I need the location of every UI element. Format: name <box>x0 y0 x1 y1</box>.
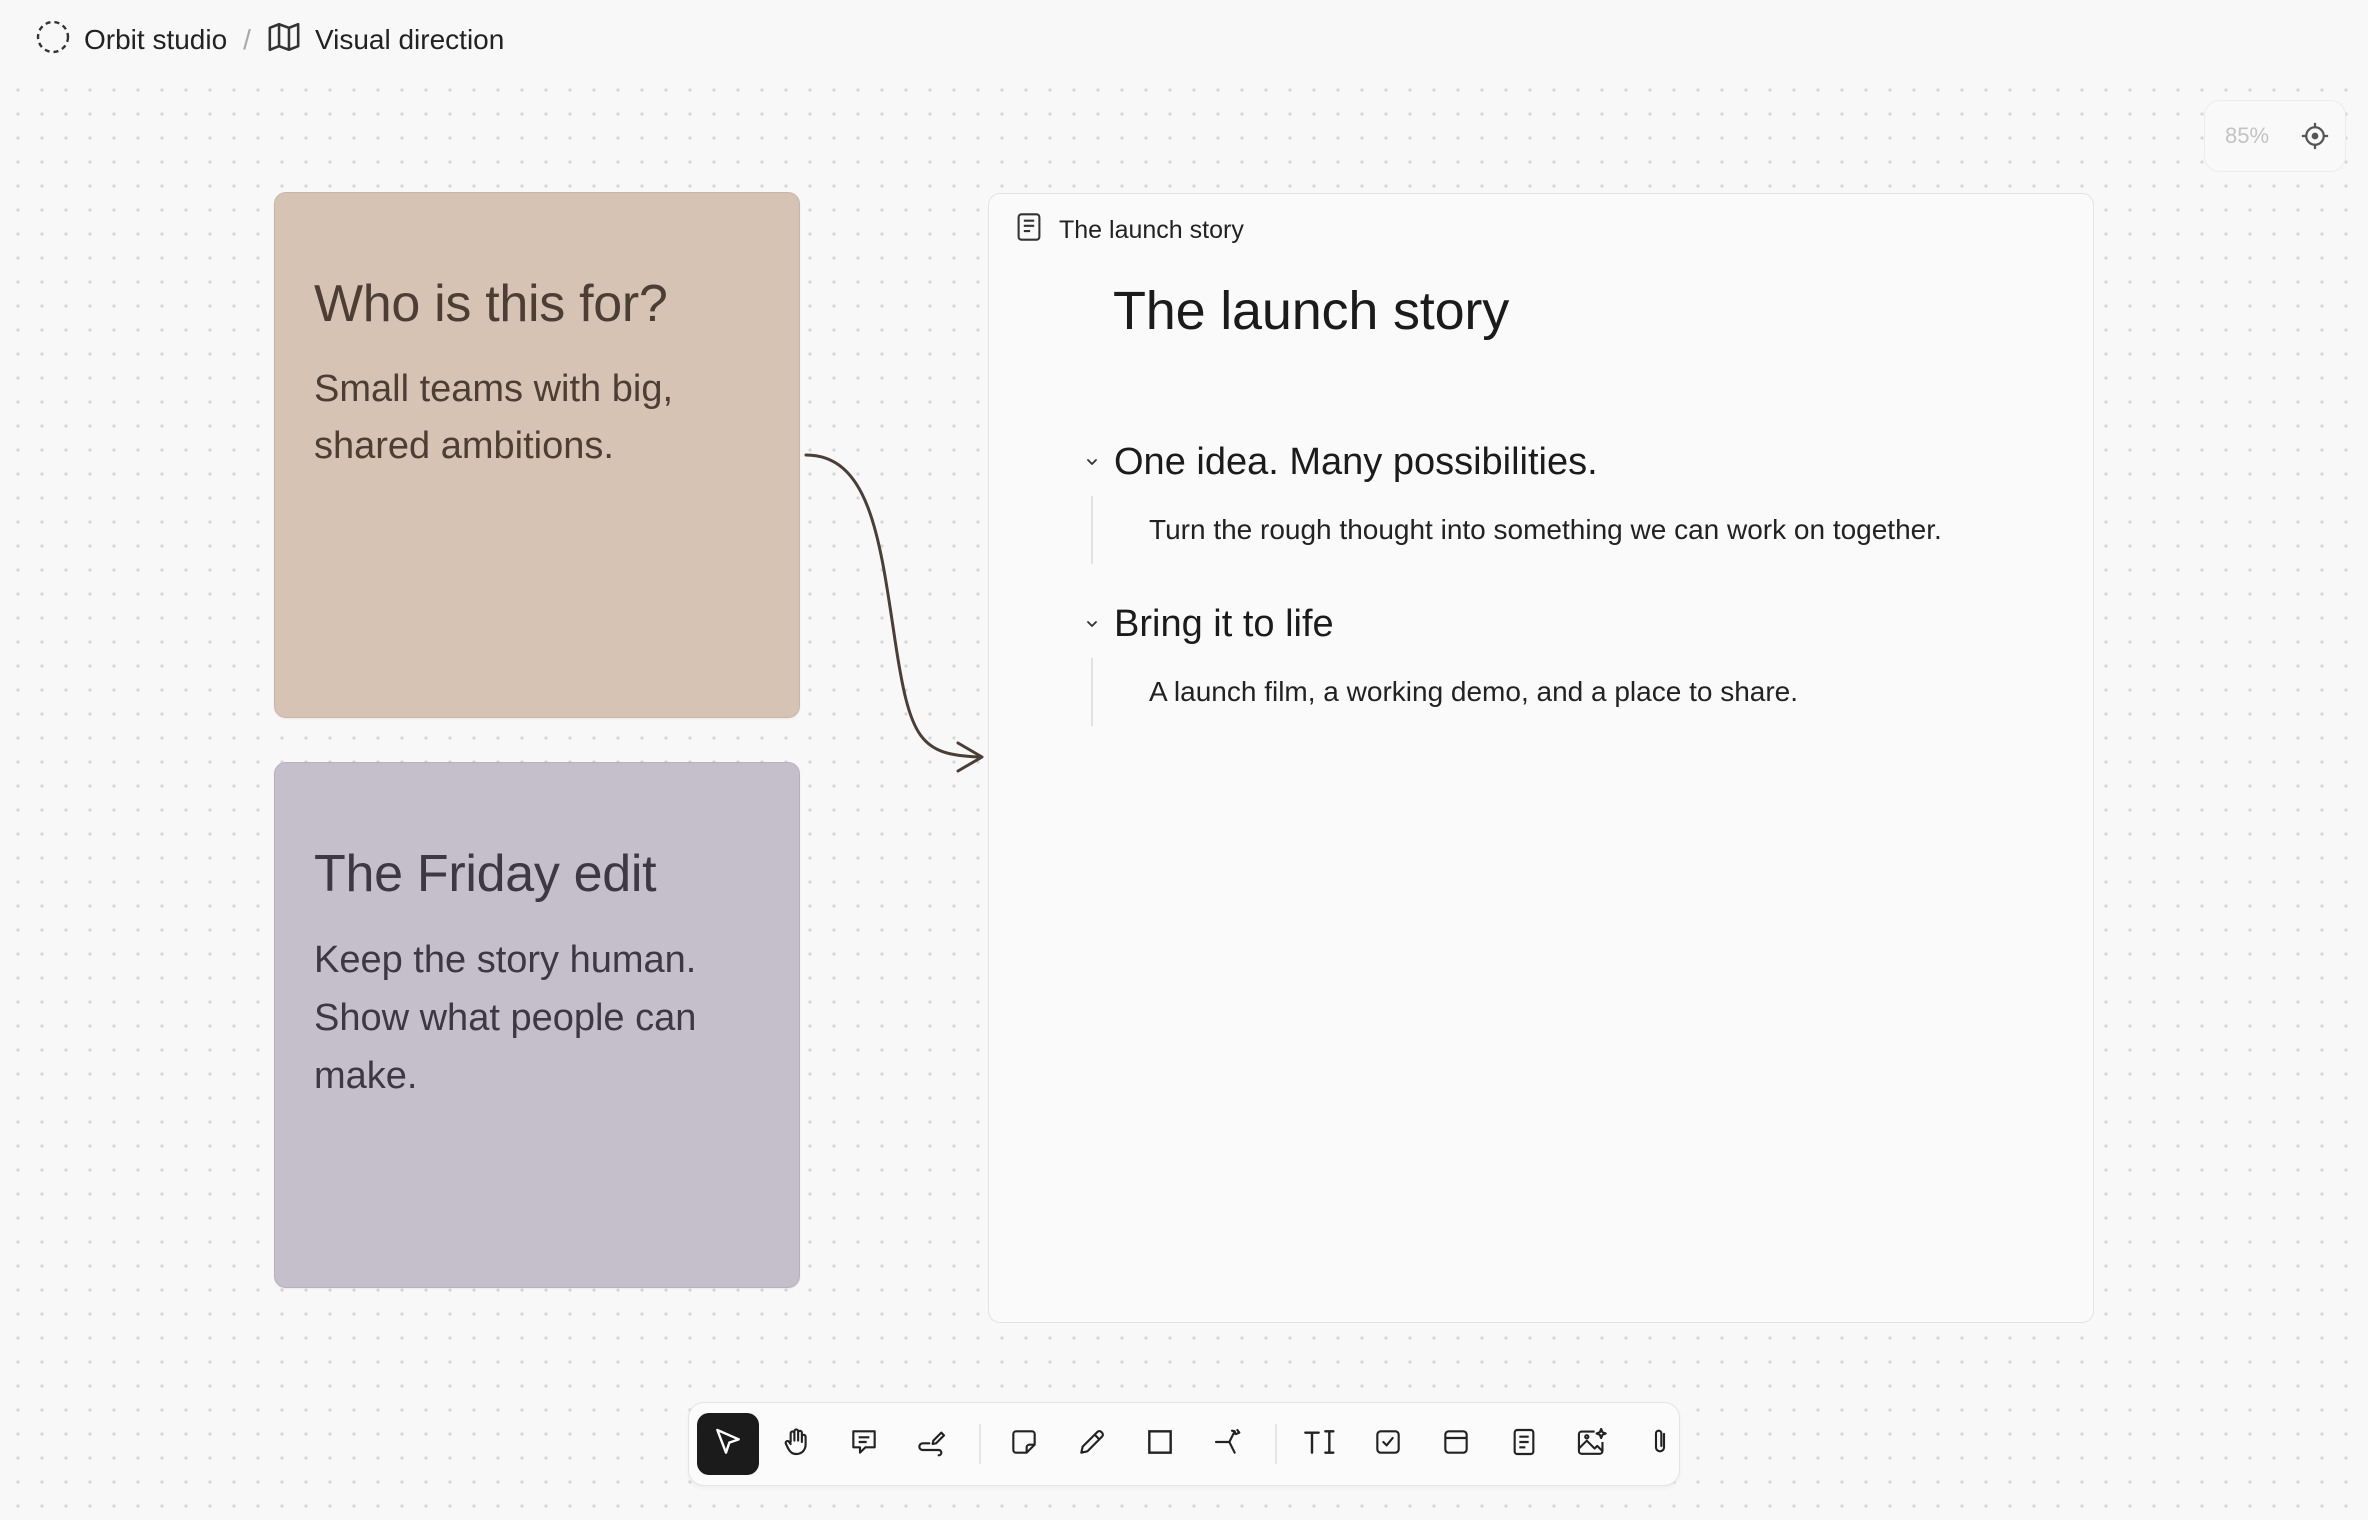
attachment-icon <box>1644 1426 1676 1463</box>
document-section: Bring it to life A launch film, a workin… <box>1077 594 2037 726</box>
draw-path-icon <box>916 1426 948 1463</box>
workspace-icon <box>36 20 70 61</box>
section-heading[interactable]: Bring it to life <box>1114 603 1334 646</box>
ai-image-icon <box>1575 1426 1609 1463</box>
sticky-title: The Friday edit <box>314 845 657 903</box>
section-body[interactable]: Turn the rough thought into something we… <box>1091 496 2037 564</box>
section-body[interactable]: A launch film, a working demo, and a pla… <box>1091 658 2037 726</box>
top-bar: Orbit studio / Visual direction <box>0 0 2368 80</box>
bottom-toolbar <box>688 1402 1680 1486</box>
section-heading-row: Bring it to life <box>1077 594 2037 654</box>
workspace-name: Orbit studio <box>84 24 228 55</box>
comment-tool-button[interactable] <box>833 1413 895 1475</box>
ai-image-tool-button[interactable] <box>1561 1413 1623 1475</box>
breadcrumb-page[interactable]: Visual direction <box>267 20 504 61</box>
select-icon <box>712 1426 744 1463</box>
sticky-note-icon <box>1008 1426 1040 1463</box>
hand-tool-button[interactable] <box>765 1413 827 1475</box>
sticky-note-audience[interactable]: Who is this for? Small teams with big, s… <box>274 192 800 718</box>
checkbox-tool-button[interactable] <box>1357 1413 1419 1475</box>
toolbar-divider <box>979 1424 981 1464</box>
rectangle-tool-button[interactable] <box>1129 1413 1191 1475</box>
recenter-icon[interactable] <box>2299 120 2331 152</box>
checkbox-icon <box>1372 1426 1404 1463</box>
breadcrumb-separator: / <box>243 24 251 55</box>
chevron-down-icon[interactable] <box>1077 447 1107 477</box>
rectangle-icon <box>1144 1426 1176 1463</box>
breadcrumb-workspace[interactable]: Orbit studio <box>36 20 227 61</box>
frame-tool-button[interactable] <box>1425 1413 1487 1475</box>
section-heading-row: One idea. Many possibilities. <box>1077 432 2037 492</box>
frame-icon <box>1440 1426 1472 1463</box>
sticky-body: Keep the story human. Show what people c… <box>314 938 697 1098</box>
document-icon <box>1015 212 1043 249</box>
breadcrumb: Orbit studio / Visual direction <box>36 18 504 62</box>
pencil-icon <box>1076 1426 1108 1463</box>
map-icon <box>267 20 301 61</box>
document-title[interactable]: The launch story <box>1113 280 1509 342</box>
document-section: One idea. Many possibilities. Turn the r… <box>1077 432 2037 564</box>
connector-tool-button[interactable] <box>1197 1413 1259 1475</box>
document-icon <box>1508 1426 1540 1463</box>
zoom-level[interactable]: 85% <box>2225 123 2269 149</box>
document-header: The launch story <box>1015 212 1244 249</box>
sticky-title: Who is this for? <box>314 275 668 333</box>
connector-icon <box>1212 1426 1244 1463</box>
zoom-control: 85% <box>2204 100 2346 172</box>
document-card[interactable]: The launch story The launch story One id… <box>988 193 2094 1323</box>
page-name: Visual direction <box>314 24 505 55</box>
attachment-tool-button[interactable] <box>1629 1413 1691 1475</box>
sticky-note-tool-button[interactable] <box>993 1413 1055 1475</box>
toolbar-divider <box>1275 1424 1277 1464</box>
sticky-body: Small teams with big, shared ambitions. <box>314 367 674 467</box>
select-tool-button[interactable] <box>697 1413 759 1475</box>
comment-icon <box>848 1426 880 1463</box>
section-heading[interactable]: One idea. Many possibilities. <box>1114 441 1598 484</box>
sticky-note-friday-edit[interactable]: The Friday edit Keep the story human. Sh… <box>274 762 800 1288</box>
document-tool-button[interactable] <box>1493 1413 1555 1475</box>
chevron-down-icon[interactable] <box>1077 609 1107 639</box>
document-header-label: The launch story <box>1059 216 1244 244</box>
pencil-tool-button[interactable] <box>1061 1413 1123 1475</box>
draw-path-tool-button[interactable] <box>901 1413 963 1475</box>
text-icon <box>1302 1426 1338 1463</box>
text-tool-button[interactable] <box>1289 1413 1351 1475</box>
hand-icon <box>780 1426 812 1463</box>
